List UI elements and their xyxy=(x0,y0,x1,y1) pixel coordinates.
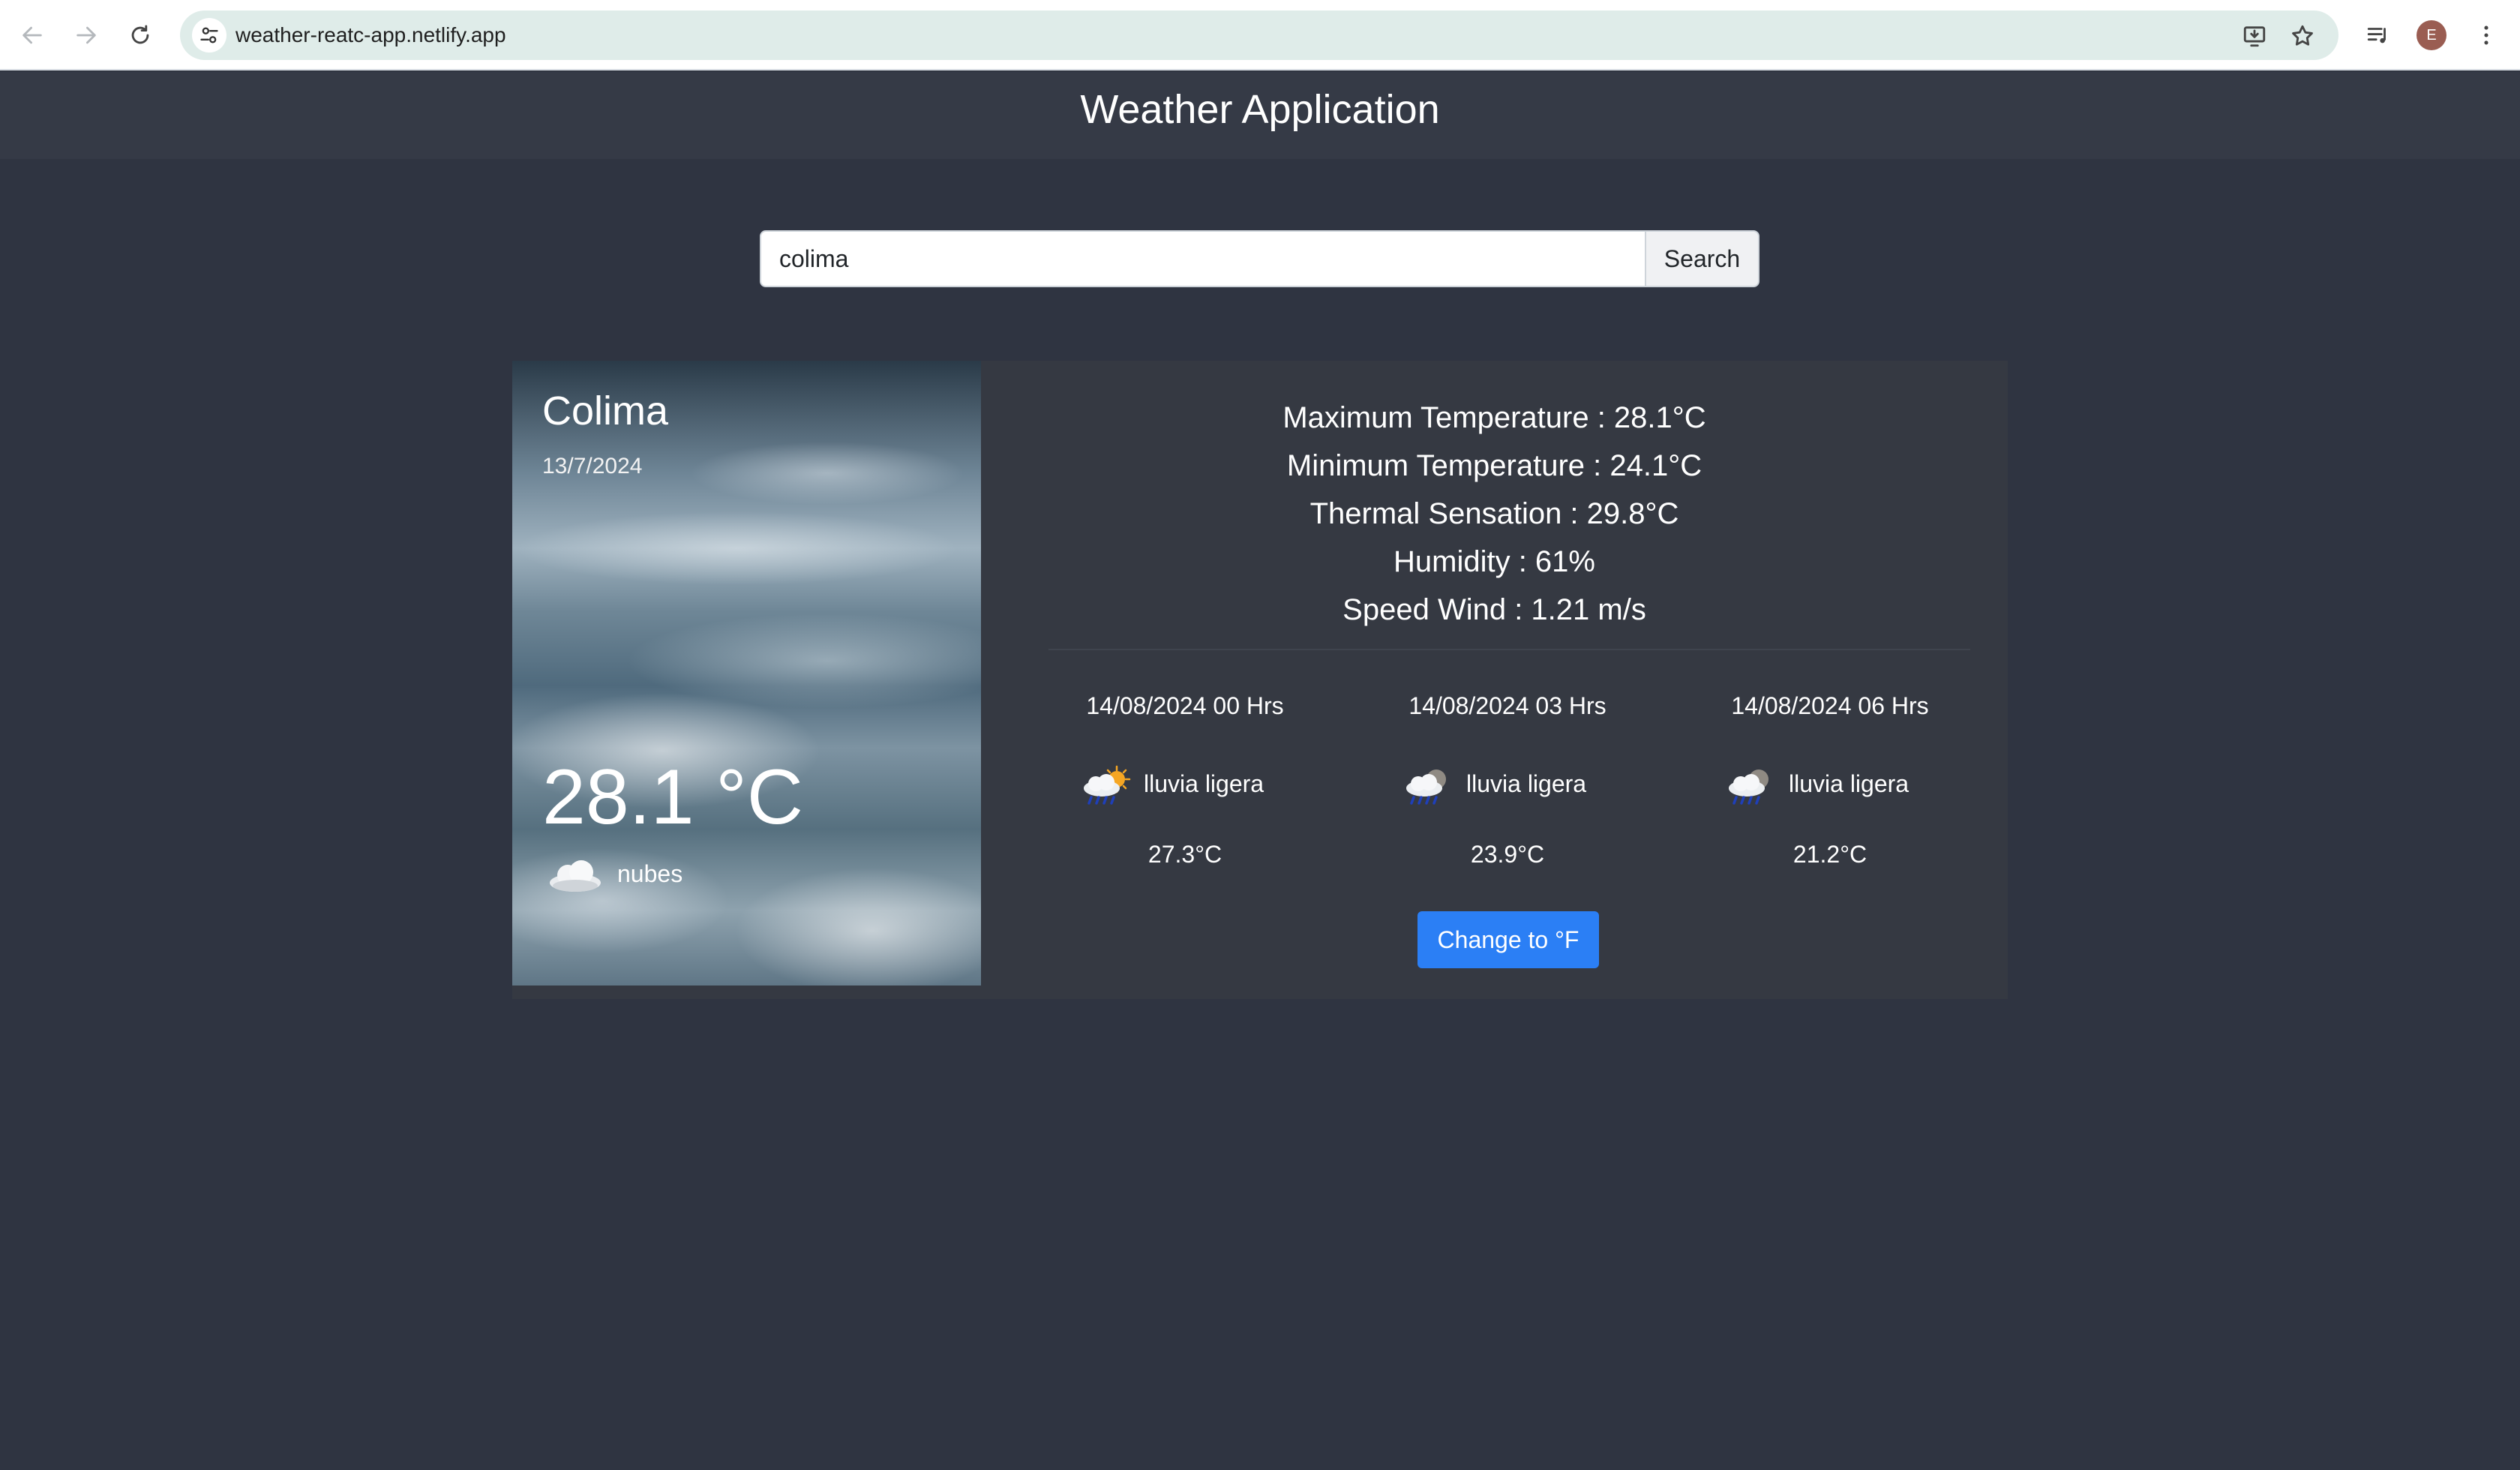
search-button[interactable]: Search xyxy=(1645,230,1760,287)
search-input[interactable] xyxy=(760,230,1646,287)
arrow-left-icon xyxy=(22,26,42,44)
min-temperature: Minimum Temperature : 24.1°C xyxy=(1286,449,1702,482)
media-controls-button[interactable] xyxy=(2360,16,2397,54)
reload-button[interactable] xyxy=(122,16,159,54)
rain-cloud-icon xyxy=(1729,770,1768,805)
forward-button[interactable] xyxy=(68,16,105,54)
details-divider xyxy=(1048,649,1970,650)
star-icon xyxy=(2292,25,2313,46)
rain-sun-icon xyxy=(1084,765,1131,805)
kebab-menu-icon xyxy=(2484,26,2488,45)
forecast-description: lluvia ligera xyxy=(1789,770,1910,797)
address-bar[interactable]: weather-reatc-app.netlify.app xyxy=(180,10,2338,60)
humidity: Humidity : 61% xyxy=(1394,545,1595,578)
back-button[interactable] xyxy=(14,16,51,54)
url-text: weather-reatc-app.netlify.app xyxy=(236,23,506,46)
browser-menu-button[interactable] xyxy=(2468,16,2505,54)
tune-icon xyxy=(200,27,218,44)
city-name: Colima xyxy=(542,388,669,434)
current-date: 13/7/2024 xyxy=(542,454,643,478)
forecast-item: 14/08/2024 00 Hrs lluvia ligera 27.3°C xyxy=(1024,692,1346,917)
current-weather-panel: Colima 13/7/2024 28.1 °C nubes xyxy=(512,361,981,986)
profile-avatar[interactable]: E xyxy=(2416,20,2446,50)
weather-details: Maximum Temperature : 28.1°C Minimum Tem… xyxy=(981,361,2008,986)
forecast-temperature: 21.2°C xyxy=(1792,841,1868,868)
playlist-icon xyxy=(2367,28,2386,44)
change-unit-button[interactable]: Change to °F xyxy=(1418,911,1599,968)
page-title: Weather Application xyxy=(1080,87,1440,132)
forecast-time: 14/08/2024 03 Hrs xyxy=(1408,692,1606,719)
install-app-button[interactable] xyxy=(2240,22,2270,50)
thermal-sensation: Thermal Sensation : 29.8°C xyxy=(1310,497,1679,530)
install-app-icon xyxy=(2243,26,2266,47)
browser-toolbar: weather-reatc-app.netlify.app E xyxy=(0,0,2520,70)
forecast-temperature: 27.3°C xyxy=(1148,841,1222,868)
current-description: nubes xyxy=(617,860,683,887)
forecast-temperature: 23.9°C xyxy=(1470,841,1545,868)
forecast-item: 14/08/2024 03 Hrs lluvia ligera 23.9°C xyxy=(1346,692,1669,917)
weather-card: Colima 13/7/2024 28.1 °C nubes Maximum T… xyxy=(512,361,2008,999)
cloud-icon xyxy=(550,860,601,892)
forecast-time: 14/08/2024 06 Hrs xyxy=(1731,692,1929,719)
site-info-button[interactable] xyxy=(192,18,226,52)
forecast-item: 14/08/2024 06 Hrs lluvia ligera 21.2°C xyxy=(1669,692,1991,917)
current-temperature: 28.1 °C xyxy=(542,754,804,841)
app-header: Weather Application xyxy=(0,72,2520,159)
forecast-time: 14/08/2024 00 Hrs xyxy=(1086,692,1284,719)
max-temperature: Maximum Temperature : 28.1°C xyxy=(1282,401,1706,434)
forecast-description: lluvia ligera xyxy=(1144,770,1264,797)
rain-cloud-icon xyxy=(1406,770,1446,805)
bookmark-button[interactable] xyxy=(2288,22,2318,50)
forecast-description: lluvia ligera xyxy=(1466,770,1587,797)
reload-icon xyxy=(131,25,149,44)
arrow-right-icon xyxy=(76,26,96,44)
wind-speed: Speed Wind : 1.21 m/s xyxy=(1342,593,1646,626)
